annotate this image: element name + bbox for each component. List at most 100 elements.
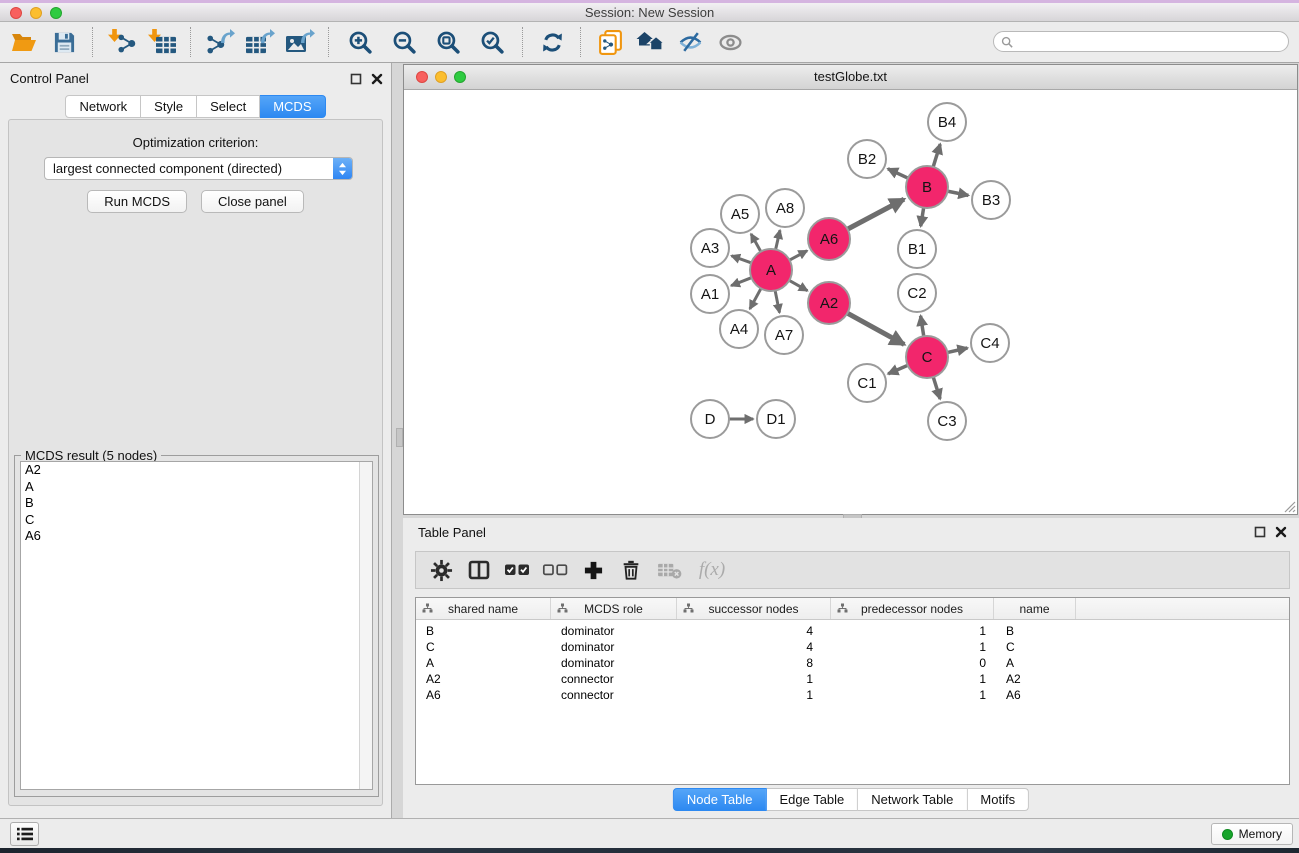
edge-C-C2[interactable] xyxy=(921,316,924,337)
node-D[interactable]: D xyxy=(691,400,729,438)
edge-A-A1[interactable] xyxy=(731,277,752,285)
import-table-button[interactable] xyxy=(142,25,182,59)
zoom-fit-button[interactable] xyxy=(426,25,470,59)
tab-select[interactable]: Select xyxy=(197,95,260,118)
node-B4[interactable]: B4 xyxy=(928,103,966,141)
node-B2[interactable]: B2 xyxy=(848,140,886,178)
function-builder-button[interactable]: f(x) xyxy=(690,554,734,586)
run-mcds-button[interactable]: Run MCDS xyxy=(87,190,187,213)
edge-A-A8[interactable] xyxy=(775,230,780,250)
table-cell[interactable]: A xyxy=(416,656,551,670)
import-network-button[interactable] xyxy=(102,25,142,59)
node-B1[interactable]: B1 xyxy=(898,230,936,268)
column-header-shared-name[interactable]: shared name xyxy=(416,598,551,619)
edge-B-B2[interactable] xyxy=(888,169,909,179)
node-C2[interactable]: C2 xyxy=(898,274,936,312)
edge-A-A3[interactable] xyxy=(731,256,752,263)
node-C[interactable]: C xyxy=(906,336,948,378)
memory-button[interactable]: Memory xyxy=(1211,823,1293,845)
tab-network[interactable]: Network xyxy=(65,95,141,118)
edge-B-B1[interactable] xyxy=(921,207,924,226)
table-cell[interactable]: 4 xyxy=(677,624,831,638)
apply-layout-button[interactable] xyxy=(532,25,572,59)
float-panel-icon[interactable] xyxy=(350,73,362,85)
network-canvas[interactable]: B4B2BB3A8A5A6A3B1AC2A1A2A4A7C4CC1C3DD1 xyxy=(404,90,1297,514)
table-cell[interactable]: connector xyxy=(551,688,677,702)
column-header-name[interactable]: name xyxy=(994,598,1076,619)
export-network-button[interactable] xyxy=(200,25,240,59)
network-window-titlebar[interactable]: testGlobe.txt xyxy=(404,65,1297,90)
edge-A-A6[interactable] xyxy=(789,251,807,261)
table-cell[interactable]: connector xyxy=(551,672,677,686)
edge-A-A5[interactable] xyxy=(751,234,761,253)
zoom-in-button[interactable] xyxy=(338,25,382,59)
search-box[interactable] xyxy=(993,31,1289,52)
close-panel-button[interactable]: Close panel xyxy=(201,190,304,213)
tab-style[interactable]: Style xyxy=(141,95,197,118)
table-row[interactable]: A6connector11A6 xyxy=(416,687,1289,703)
add-column-button[interactable] xyxy=(576,554,610,586)
export-image-button[interactable] xyxy=(280,25,320,59)
table-cell[interactable]: 1 xyxy=(831,688,994,702)
tab-edge-table[interactable]: Edge Table xyxy=(766,788,858,811)
window-resize-grip[interactable] xyxy=(1282,499,1296,513)
delete-table-button[interactable] xyxy=(652,554,686,586)
home-button[interactable] xyxy=(630,25,670,59)
table-cell[interactable]: B xyxy=(416,624,551,638)
table-cell[interactable]: A2 xyxy=(994,672,1076,686)
table-row[interactable]: Bdominator41B xyxy=(416,623,1289,639)
node-A3[interactable]: A3 xyxy=(691,229,729,267)
table-cell[interactable]: 0 xyxy=(831,656,994,670)
deselect-all-button[interactable] xyxy=(538,554,572,586)
table-cell[interactable]: A6 xyxy=(416,688,551,702)
list-scrollbar[interactable] xyxy=(359,462,372,789)
tab-mcds[interactable]: MCDS xyxy=(260,95,325,118)
table-cell[interactable]: A xyxy=(994,656,1076,670)
table-cell[interactable]: 4 xyxy=(677,640,831,654)
column-header-mcds-role[interactable]: MCDS role xyxy=(551,598,677,619)
table-cell[interactable]: dominator xyxy=(551,624,677,638)
node-A5[interactable]: A5 xyxy=(721,195,759,233)
clone-network-button[interactable] xyxy=(590,25,630,59)
show-preview-button[interactable] xyxy=(710,25,750,59)
split-view-button[interactable] xyxy=(462,554,496,586)
save-session-button[interactable] xyxy=(44,25,84,59)
edge-A-A2[interactable] xyxy=(788,280,807,291)
mcds-result-item[interactable]: C xyxy=(21,512,372,529)
task-history-button[interactable] xyxy=(10,822,39,846)
node-B3[interactable]: B3 xyxy=(972,181,1010,219)
node-C3[interactable]: C3 xyxy=(928,402,966,440)
float-panel-icon[interactable] xyxy=(1254,526,1266,538)
node-A6[interactable]: A6 xyxy=(808,218,850,260)
edge-C-C1[interactable] xyxy=(888,365,908,374)
table-settings-button[interactable] xyxy=(424,554,458,586)
close-panel-icon[interactable] xyxy=(1275,526,1287,538)
criterion-select[interactable]: largest connected component (directed) xyxy=(44,157,353,180)
table-cell[interactable]: C xyxy=(994,640,1076,654)
mcds-result-item[interactable]: A xyxy=(21,479,372,496)
open-session-button[interactable] xyxy=(4,25,44,59)
table-cell[interactable]: dominator xyxy=(551,656,677,670)
export-table-button[interactable] xyxy=(240,25,280,59)
edge-A-A4[interactable] xyxy=(750,288,762,309)
node-A4[interactable]: A4 xyxy=(720,310,758,348)
table-row[interactable]: Cdominator41C xyxy=(416,639,1289,655)
edge-B-B3[interactable] xyxy=(947,191,969,195)
table-row[interactable]: A2connector11A2 xyxy=(416,671,1289,687)
node-A8[interactable]: A8 xyxy=(766,189,804,227)
delete-column-button[interactable] xyxy=(614,554,648,586)
table-cell[interactable]: 8 xyxy=(677,656,831,670)
table-row[interactable]: Adominator80A xyxy=(416,655,1289,671)
vertical-splitter-grip[interactable] xyxy=(396,428,403,447)
tab-motifs[interactable]: Motifs xyxy=(967,788,1029,811)
mcds-result-item[interactable]: B xyxy=(21,495,372,512)
edge-A-A7[interactable] xyxy=(775,290,780,313)
zoom-out-button[interactable] xyxy=(382,25,426,59)
zoom-selected-button[interactable] xyxy=(470,25,514,59)
table-cell[interactable]: dominator xyxy=(551,640,677,654)
node-D1[interactable]: D1 xyxy=(757,400,795,438)
column-header-predecessor-nodes[interactable]: predecessor nodes xyxy=(831,598,994,619)
node-A1[interactable]: A1 xyxy=(691,275,729,313)
column-header-successor-nodes[interactable]: successor nodes xyxy=(677,598,831,619)
edge-B-B4[interactable] xyxy=(933,144,940,168)
